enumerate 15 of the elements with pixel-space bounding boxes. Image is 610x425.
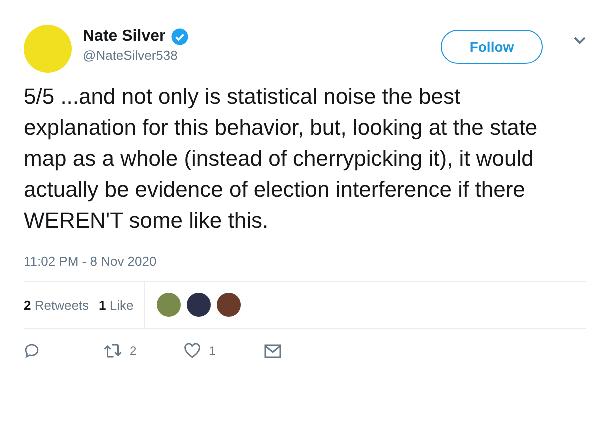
retweet-icon[interactable] [104,343,122,359]
engagement-count[interactable]: 2 Retweets [24,298,90,312]
reply-icon[interactable] [24,343,40,359]
envelope-icon[interactable] [264,344,282,358]
author-name[interactable]: Nate Silver [83,28,166,46]
tweet-timestamp[interactable]: 11:02 PM - 8 Nov 2020 [24,254,586,269]
action-count: 1 [209,344,216,358]
chevron-down-icon[interactable] [574,37,586,45]
tweet-text: 5/5 ...and not only is statistical noise the best explanation for this behavior, but, looking at the state map as a whole (instead of cherrypicking it), it would actually be evidence of election interference if there WEREN'T some like this. [24,83,539,235]
action-count: 2 [130,344,137,358]
user-avatar[interactable] [216,293,241,317]
user-avatar[interactable] [186,293,211,317]
author-handle[interactable]: @NateSilver538 [83,48,430,63]
heart-icon[interactable] [184,343,201,359]
engagement-count[interactable]: 1 Like [99,298,134,312]
